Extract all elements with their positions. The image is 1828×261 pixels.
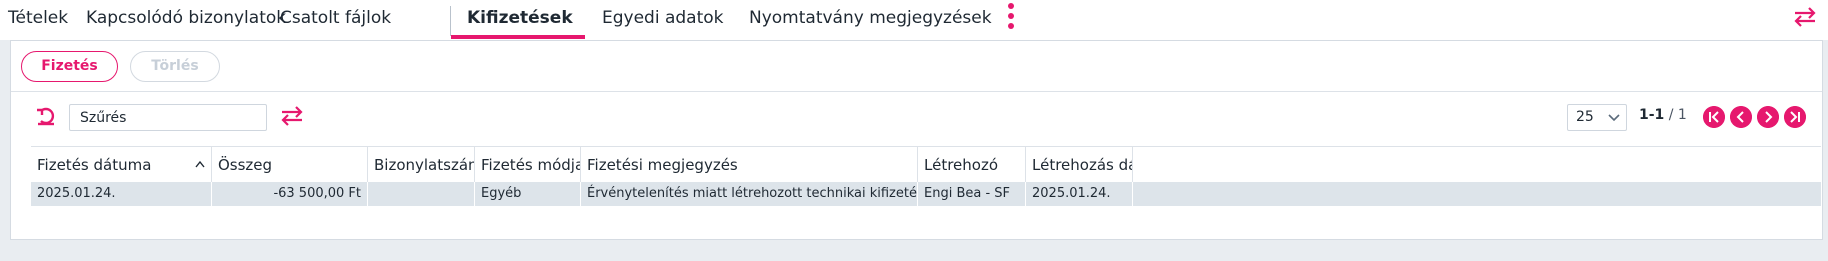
tab-kifizetesek[interactable]: Kifizetések: [467, 0, 573, 40]
page-size-select[interactable]: 25: [1567, 104, 1627, 131]
previous-page-icon[interactable]: [1730, 106, 1752, 128]
filter-input[interactable]: [69, 104, 267, 131]
refresh-icon[interactable]: [35, 105, 57, 127]
delete-button[interactable]: Törlés: [130, 51, 220, 82]
cell-amount: -63 500,00 Ft: [212, 182, 368, 206]
table-header: Fizetés dátuma Összeg Bizonylatszám Fize…: [31, 146, 1821, 183]
action-bar: Fizetés Törlés: [11, 41, 1822, 92]
cell-payment-date: 2025.01.24.: [31, 182, 212, 206]
last-page-icon[interactable]: [1784, 106, 1806, 128]
chevron-down-icon: [1608, 114, 1620, 122]
cell-document-number: [368, 182, 475, 206]
column-header-label: Fizetés dátuma: [37, 156, 152, 174]
cell-created-date: 2025.01.24.: [1026, 182, 1133, 206]
sort-ascending-icon[interactable]: [195, 160, 205, 168]
tab-tetelek[interactable]: Tételek: [8, 0, 68, 40]
cell-creator: Engi Bea - SF: [918, 182, 1026, 206]
pagination-range: 1-1 / 1: [1639, 107, 1687, 123]
next-page-icon[interactable]: [1757, 106, 1779, 128]
tab-nyomtatvany-megjegyzesek[interactable]: Nyomtatvány megjegyzések: [749, 0, 992, 40]
payment-button[interactable]: Fizetés: [21, 51, 118, 82]
column-header-creator[interactable]: Létrehozó: [918, 147, 1026, 183]
filter-bar: 25 1-1 / 1: [11, 92, 1822, 147]
swap-arrows-icon[interactable]: [279, 104, 305, 128]
column-header-document-number[interactable]: Bizonylatszám: [368, 147, 475, 183]
active-tab-indicator: [451, 35, 585, 39]
column-header-amount[interactable]: Összeg: [212, 147, 368, 183]
swap-arrows-icon[interactable]: [1792, 5, 1818, 29]
column-header-payment-date[interactable]: Fizetés dátuma: [31, 147, 212, 183]
tab-egyedi-adatok[interactable]: Egyedi adatok: [602, 0, 724, 40]
cell-payment-note: Érvénytelenítés miatt létrehozott techni…: [581, 182, 918, 206]
tab-bar: Tételek Kapcsolódó bizonylatok Csatolt f…: [0, 0, 1828, 40]
kebab-menu-icon[interactable]: [1000, 3, 1022, 33]
column-header-payment-method[interactable]: Fizetés módja: [475, 147, 581, 183]
range-separator: /: [1664, 107, 1678, 123]
tab-divider: [450, 6, 451, 36]
table-row[interactable]: 2025.01.24. -63 500,00 Ft Egyéb Érvényte…: [31, 182, 1821, 206]
payments-panel: Fizetés Törlés 25 1-1 / 1: [10, 40, 1823, 240]
tab-kapcsolodo-bizonylatok[interactable]: Kapcsolódó bizonylatok: [86, 0, 286, 40]
first-page-icon[interactable]: [1703, 106, 1725, 128]
tab-csatolt-fajlok[interactable]: Csatolt fájlok: [280, 0, 391, 40]
range-value: 1-1: [1639, 107, 1665, 123]
range-total: 1: [1677, 107, 1687, 123]
column-header-payment-note[interactable]: Fizetési megjegyzés: [581, 147, 918, 183]
column-header-created-date[interactable]: Létrehozás dátuma: [1026, 147, 1133, 183]
cell-payment-method: Egyéb: [475, 182, 581, 206]
page-size-value: 25: [1576, 109, 1594, 125]
